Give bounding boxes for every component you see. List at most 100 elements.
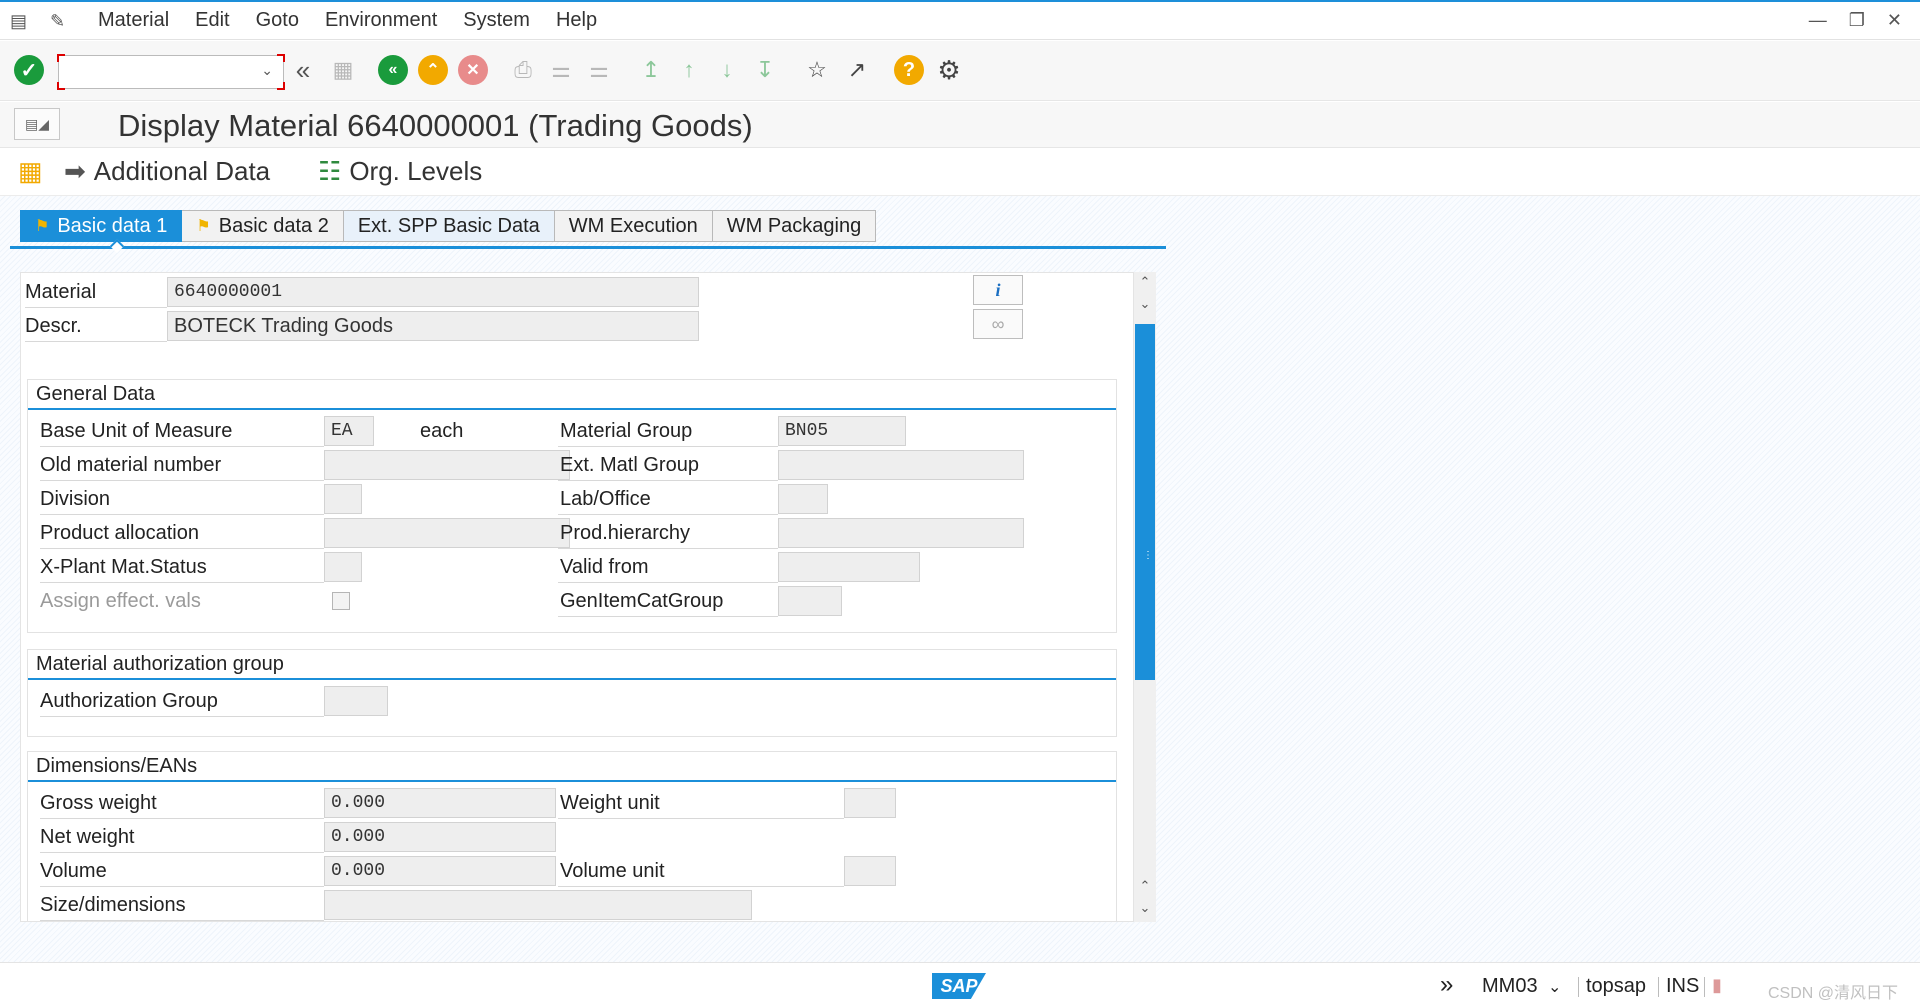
menu-goto[interactable]: Goto	[256, 9, 299, 32]
command-input[interactable]	[65, 56, 255, 86]
prod-hierarchy-field[interactable]	[778, 518, 1024, 548]
scroll-up-icon[interactable]: ⌄	[1134, 296, 1156, 316]
valid-from-label: Valid from	[560, 556, 649, 578]
weight-unit-field[interactable]	[844, 788, 896, 818]
volume-field[interactable]: 0.000	[324, 856, 556, 886]
find-icon[interactable]: ⚌	[546, 55, 576, 85]
first-page-icon[interactable]: ↥	[636, 55, 666, 85]
info-icon[interactable]: i	[973, 275, 1023, 305]
descr-label: Descr.	[25, 315, 82, 337]
valid-from-field[interactable]	[778, 552, 920, 582]
customize-layout-icon[interactable]: ⚙	[934, 55, 964, 85]
label-underline	[40, 852, 324, 853]
label-underline	[40, 548, 324, 549]
material-group-field[interactable]: BN05	[778, 416, 906, 446]
chevron-down-icon[interactable]: ⌄	[1548, 977, 1561, 997]
vertical-scrollbar[interactable]: ⌃ ⌄ ⋮ ⌃ ⌄	[1134, 272, 1156, 922]
org-levels-button[interactable]: ☷ Org. Levels	[318, 156, 482, 187]
net-weight-field[interactable]: 0.000	[324, 822, 556, 852]
show-hide-icon[interactable]: ▤◢	[14, 108, 60, 140]
menu-edit[interactable]: Edit	[195, 9, 229, 32]
label-underline	[40, 446, 324, 447]
authorization-group-field[interactable]	[324, 686, 388, 716]
back-icon[interactable]: «	[378, 55, 408, 85]
enter-icon[interactable]: ✓	[14, 55, 44, 85]
authorization-title: Material authorization group	[36, 653, 284, 675]
scroll-thumb[interactable]: ⋮	[1135, 324, 1155, 680]
old-material-number-label: Old material number	[40, 454, 222, 476]
tab-wm-packaging[interactable]: WM Packaging	[712, 210, 877, 242]
tab-strip: ⚑ Basic data 1 ⚑ Basic data 2 Ext. SPP B…	[20, 210, 877, 242]
system-menu-icon[interactable]: ▤	[10, 12, 32, 30]
chevron-down-icon[interactable]: ⌄	[261, 62, 273, 79]
assign-effect-vals-checkbox[interactable]	[332, 592, 350, 610]
previous-page-icon[interactable]: ↑	[674, 55, 704, 85]
group-header: General Data	[28, 380, 1116, 410]
gross-weight-field[interactable]: 0.000	[324, 788, 556, 818]
base-uom-text: each	[420, 420, 464, 442]
gen-item-cat-group-field[interactable]	[778, 586, 842, 616]
org-levels-label: Org. Levels	[349, 156, 483, 186]
tab-label: Basic data 1	[57, 214, 168, 237]
product-allocation-label: Product allocation	[40, 522, 199, 544]
status-bar: SAP » MM03 ⌄ topsap INS ▮ CSDN @清风日下	[0, 962, 1920, 1008]
additional-data-label: Additional Data	[93, 156, 271, 186]
dimensions-group: Dimensions/EANs Gross weight 0.000 Net w…	[27, 751, 1117, 921]
customize-icon[interactable]: ✎	[50, 12, 72, 30]
menu-environment[interactable]: Environment	[325, 9, 437, 32]
minimize-icon[interactable]: —	[1809, 10, 1827, 31]
division-field[interactable]	[324, 484, 362, 514]
product-allocation-field[interactable]	[324, 518, 570, 548]
net-weight-label: Net weight	[40, 826, 135, 848]
scroll-top-icon[interactable]: ⌃	[1134, 274, 1156, 294]
last-page-icon[interactable]: ↧	[750, 55, 780, 85]
scroll-down-icon[interactable]: ⌃	[1134, 878, 1156, 898]
views-button[interactable]: ▦	[18, 156, 43, 187]
menu-help[interactable]: Help	[556, 9, 597, 32]
exit-icon[interactable]: ⌃	[418, 55, 448, 85]
help-icon[interactable]: ?	[894, 55, 924, 85]
material-field[interactable]: 6640000001	[167, 277, 699, 307]
save-icon[interactable]: ▦	[328, 55, 358, 85]
tab-ext-spp-basic-data[interactable]: Ext. SPP Basic Data	[343, 210, 555, 242]
tab-basic-data-2[interactable]: ⚑ Basic data 2	[182, 210, 344, 242]
back-double-icon[interactable]: «	[288, 55, 318, 85]
restore-icon[interactable]: ❐	[1849, 10, 1865, 31]
material-group-label: Material Group	[560, 420, 693, 442]
scroll-bottom-icon[interactable]: ⌄	[1134, 900, 1156, 920]
additional-data-button[interactable]: ➡ Additional Data	[64, 156, 270, 187]
command-field[interactable]: ⌄	[57, 54, 285, 90]
gen-item-cat-group-label: GenItemCatGroup	[560, 590, 724, 612]
x-plant-status-field[interactable]	[324, 552, 362, 582]
authorization-group-box: Material authorization group Authorizati…	[27, 649, 1117, 737]
volume-unit-field[interactable]	[844, 856, 896, 886]
label-underline	[558, 818, 844, 819]
find-next-icon[interactable]: ⚌	[584, 55, 614, 85]
next-page-icon[interactable]: ↓	[712, 55, 742, 85]
old-material-number-field[interactable]	[324, 450, 570, 480]
expand-status-icon[interactable]: »	[1440, 971, 1453, 999]
label-underline	[558, 582, 778, 583]
ext-matl-group-field[interactable]	[778, 450, 1024, 480]
lab-office-field[interactable]	[778, 484, 828, 514]
x-plant-status-label: X-Plant Mat.Status	[40, 556, 207, 578]
size-dimensions-field[interactable]	[324, 890, 752, 920]
tab-wm-execution[interactable]: WM Execution	[554, 210, 713, 242]
shortcut-icon[interactable]: ↗	[842, 55, 872, 85]
gross-weight-label: Gross weight	[40, 792, 157, 814]
descr-field[interactable]: BOTECK Trading Goods	[167, 311, 699, 341]
glasses-icon[interactable]: ∞	[973, 309, 1023, 339]
tab-underline	[10, 246, 1166, 249]
standard-toolbar: ✓ ⌄ « ▦ « ⌃ ✕ ⎙ ⚌ ⚌ ↥ ↑ ↓ ↧ ☆ ↗ ? ⚙	[0, 41, 1920, 101]
menu-material[interactable]: Material	[98, 9, 169, 32]
cancel-icon[interactable]: ✕	[458, 55, 488, 85]
menu-system[interactable]: System	[463, 9, 530, 32]
create-session-icon[interactable]: ☆	[802, 55, 832, 85]
print-icon[interactable]: ⎙	[508, 55, 538, 85]
base-uom-field[interactable]: EA	[324, 416, 374, 446]
tab-basic-data-1[interactable]: ⚑ Basic data 1	[20, 210, 183, 242]
dimensions-title: Dimensions/EANs	[36, 755, 198, 777]
label-underline	[25, 307, 167, 308]
close-icon[interactable]: ✕	[1887, 10, 1902, 31]
assign-effect-vals-label: Assign effect. vals	[40, 590, 201, 612]
